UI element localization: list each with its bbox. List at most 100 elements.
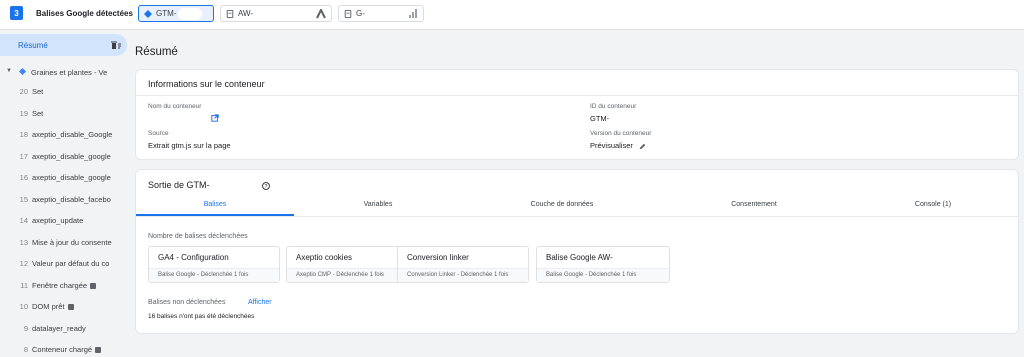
clear-list-icon[interactable] — [111, 40, 121, 50]
chip-gtm[interactable]: GTM- — [138, 5, 214, 22]
app-title: Balises Google détectées — [36, 9, 133, 18]
tag-subtitle: Balise Google - Déclenchée 1 fois — [537, 268, 669, 282]
sidebar-event-16[interactable]: 16 axeptio_disable_google — [0, 173, 127, 189]
event-number: 16 — [19, 173, 28, 182]
fired-tags-label: Nombre de balises déclenchées — [148, 233, 248, 240]
page-title: Résumé — [135, 46, 178, 58]
sidebar-container-label: Graines et plantes - Ve — [31, 68, 108, 77]
sidebar-summary-label: Résumé — [18, 41, 48, 50]
sidebar-event-15[interactable]: 15 axeptio_disable_facebo — [0, 195, 127, 211]
google-ads-icon — [316, 9, 326, 19]
help-icon[interactable]: ? — [262, 181, 270, 190]
container-id-label: ID du conteneur — [590, 103, 637, 110]
source-label: Source — [148, 130, 169, 137]
top-bar: 3 Balises Google détectées GTM- AW- G- — [0, 0, 1024, 30]
event-number: 8 — [23, 345, 28, 354]
event-label: Set — [32, 109, 44, 118]
edit-pencil-icon[interactable] — [639, 143, 646, 150]
chip-aw-label: AW- — [238, 9, 254, 18]
sidebar-container-group[interactable]: ▼ Graines et plantes - Ve — [0, 67, 127, 81]
event-label: Mise à jour du consente — [32, 238, 112, 247]
tag-subtitle: Conversion Linker - Déclenchée 1 fois — [398, 268, 528, 282]
event-type-icon — [95, 347, 102, 354]
svg-text:?: ? — [265, 184, 268, 190]
event-number: 10 — [19, 302, 28, 311]
divider — [136, 95, 1018, 96]
tab-console[interactable]: Console (1) — [854, 201, 1012, 208]
show-not-fired-link[interactable]: Afficher — [248, 299, 272, 306]
chip-gtm-redacted — [178, 7, 203, 20]
sidebar-event-10[interactable]: 10 DOM prêt — [0, 302, 127, 318]
container-id-value: GTM- — [590, 114, 610, 123]
event-label: datalayer_ready — [32, 324, 86, 333]
tab-consent[interactable]: Consentement — [675, 201, 833, 208]
container-info-card: Informations sur le conteneur Nom du con… — [135, 69, 1019, 160]
sidebar-event-12[interactable]: 12 Valeur par défaut du co — [0, 259, 127, 275]
event-label: Valeur par défaut du co — [32, 259, 110, 268]
not-fired-label: Balises non déclenchées — [148, 299, 226, 306]
tab-variables[interactable]: Variables — [299, 201, 457, 208]
event-label: Conteneur chargé — [32, 345, 93, 354]
fired-tag-card[interactable]: Balise Google AW- Balise Google - Déclen… — [536, 246, 670, 283]
caret-down-icon[interactable]: ▼ — [6, 68, 12, 74]
tag-subtitle: Balise Google - Déclenchée 1 fois — [149, 268, 279, 282]
open-external-icon[interactable] — [211, 114, 219, 122]
chip-ga[interactable]: G- — [338, 5, 424, 22]
event-number: 17 — [19, 152, 28, 161]
sidebar-event-20[interactable]: 20 Set — [0, 87, 127, 103]
output-title-text: Sortie de GTM- — [148, 180, 210, 190]
not-fired-count: 16 balises n'ont pas été déclenchées — [148, 313, 255, 320]
sidebar-event-18[interactable]: 18 axeptio_disable_Google — [0, 130, 127, 146]
tab-balises[interactable]: Balises — [136, 201, 294, 208]
event-number: 20 — [19, 87, 28, 96]
chip-aw[interactable]: AW- — [220, 5, 332, 22]
sidebar-event-11[interactable]: 11 Fenêtre chargée — [0, 281, 127, 297]
sidebar-event-9[interactable]: 9 datalayer_ready — [0, 324, 127, 340]
tag-count-badge: 3 — [10, 6, 23, 20]
tag-name: Balise Google AW- — [546, 253, 613, 262]
version-text: Prévisualiser — [590, 141, 633, 150]
sidebar-item-summary[interactable]: Résumé — [0, 34, 127, 56]
info-card-title: Informations sur le conteneur — [148, 79, 265, 89]
chip-ga-label: G- — [356, 9, 365, 18]
event-number: 9 — [23, 324, 28, 333]
gtm-diamond-icon — [19, 68, 26, 75]
divider — [136, 216, 1018, 217]
chip-gtm-label: GTM- — [156, 9, 177, 18]
analytics-icon — [409, 9, 417, 18]
gtm-output-card: Sortie de GTM- ? Balises Variables Couch… — [135, 169, 1019, 334]
event-number: 15 — [19, 195, 28, 204]
sidebar: Résumé ▼ Graines et plantes - Ve 20 Set 1… — [0, 31, 127, 357]
container-name-label: Nom du conteneur — [148, 103, 202, 110]
event-label: axeptio_disable_google — [32, 173, 111, 182]
event-label: axeptio_disable_Google — [32, 130, 113, 139]
tag-icon — [226, 9, 234, 18]
event-label: Set — [32, 87, 44, 96]
tab-data-layer[interactable]: Couche de données — [483, 201, 641, 208]
event-label: axeptio_disable_facebo — [32, 195, 111, 204]
sidebar-event-17[interactable]: 17 axeptio_disable_google — [0, 152, 127, 168]
tag-name: Axeptio cookies — [296, 253, 353, 262]
sidebar-event-8[interactable]: 8 Conteneur chargé — [0, 345, 127, 357]
gtm-diamond-icon — [144, 9, 152, 18]
sidebar-event-13[interactable]: 13 Mise à jour du consente — [0, 238, 127, 254]
version-value: Prévisualiser — [590, 141, 646, 150]
event-number: 14 — [19, 216, 28, 225]
version-label: Version du conteneur — [590, 130, 652, 137]
event-type-icon — [67, 304, 74, 311]
event-label: axeptio_disable_google — [32, 152, 111, 161]
source-value: Extrait gtm.js sur la page — [148, 141, 231, 150]
sidebar-event-19[interactable]: 19 Set — [0, 109, 127, 125]
sidebar-event-14[interactable]: 14 axeptio_update — [0, 216, 127, 232]
event-label: Fenêtre chargée — [32, 281, 88, 290]
event-number: 13 — [19, 238, 28, 247]
fired-tag-card[interactable]: GA4 - Configuration Balise Google - Décl… — [148, 246, 280, 283]
event-number: 11 — [20, 281, 28, 290]
output-card-title: Sortie de GTM- ? — [148, 180, 270, 190]
event-number: 12 — [19, 259, 28, 268]
event-label: axeptio_update — [32, 216, 84, 225]
tag-name: GA4 - Configuration — [158, 253, 229, 262]
fired-tag-card[interactable]: Conversion linker Conversion Linker - Dé… — [397, 246, 529, 283]
event-label: DOM prêt — [32, 302, 65, 311]
tag-icon — [344, 9, 352, 18]
